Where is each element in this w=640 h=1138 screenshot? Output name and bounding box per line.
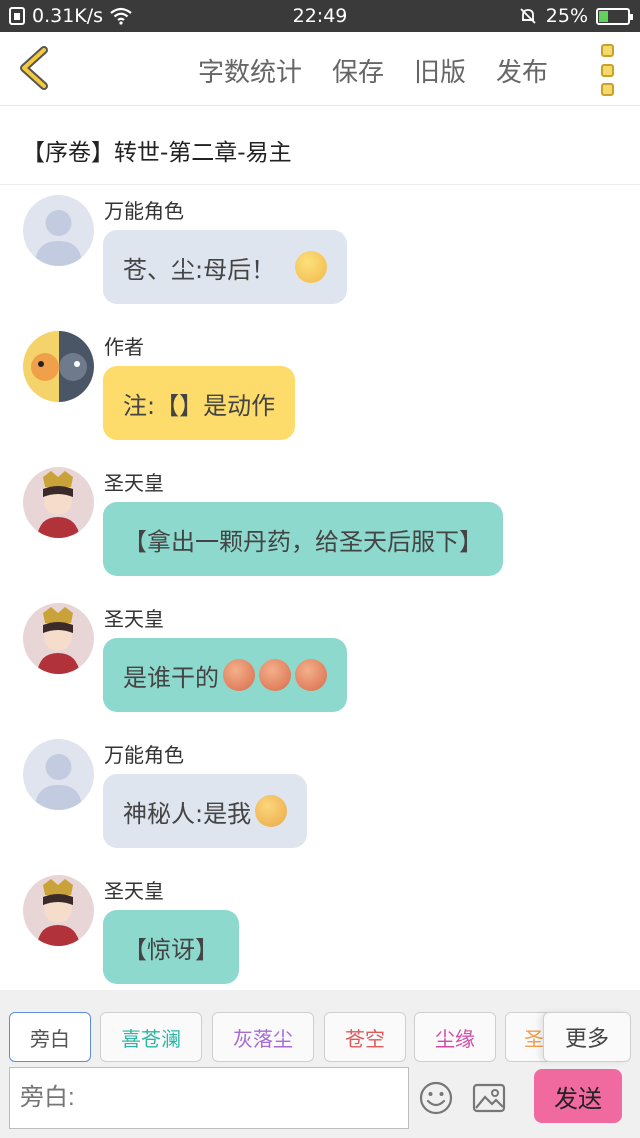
smirk-face-icon xyxy=(255,795,288,827)
input-row: 发送 xyxy=(0,1066,640,1138)
menu-dot xyxy=(600,44,614,57)
tab-character[interactable]: 尘缘 xyxy=(414,1012,496,1062)
message-text: 【拿出一颗丹药，给圣天后服下】 xyxy=(123,527,483,556)
message-text: 【惊讶】 xyxy=(123,935,219,964)
battery-icon xyxy=(596,7,633,25)
status-right: 25% xyxy=(518,5,633,27)
back-arrow-icon[interactable] xyxy=(14,44,58,92)
message-bubble[interactable]: 注:【】是动作 xyxy=(103,366,296,440)
default-avatar[interactable] xyxy=(23,739,94,810)
more-menu-icon[interactable] xyxy=(596,44,618,96)
status-bar: 0.31K/s 22:49 25% xyxy=(0,0,640,32)
speaker-name: 作者 xyxy=(104,335,144,359)
emoji-icon[interactable] xyxy=(418,1080,454,1116)
menu-dot xyxy=(600,83,614,96)
tab-character[interactable]: 苍空 xyxy=(324,1012,406,1062)
publish-button[interactable]: 发布 xyxy=(496,52,548,89)
message-text: 是谁干的 xyxy=(123,663,219,692)
message-text: 苍、尘:母后！ xyxy=(123,255,276,284)
speaker-name: 圣天皇 xyxy=(104,879,164,903)
message-text: 注:【】是动作 xyxy=(123,391,276,420)
angry-face-icon xyxy=(295,659,327,691)
author-avatar[interactable] xyxy=(23,331,94,402)
angry-face-icon xyxy=(259,659,291,691)
emperor-avatar[interactable] xyxy=(23,467,94,538)
message-bubble[interactable]: 苍、尘:母后！ xyxy=(103,230,348,304)
emperor-avatar[interactable] xyxy=(23,603,94,674)
emperor-avatar[interactable] xyxy=(23,875,94,946)
crying-face-icon xyxy=(295,251,328,283)
default-avatar[interactable] xyxy=(23,195,94,266)
save-button[interactable]: 保存 xyxy=(332,52,384,89)
toolbar-actions: 字数统计 保存 旧版 发布 xyxy=(198,52,548,89)
mute-bell-icon xyxy=(520,8,536,24)
message-bubble[interactable]: 是谁干的 xyxy=(103,638,347,712)
tab-character[interactable]: 喜苍澜 xyxy=(100,1012,202,1062)
old-version-button[interactable]: 旧版 xyxy=(414,52,466,89)
speaker-name: 圣天皇 xyxy=(104,471,164,495)
character-tab-bar: 旁白 喜苍澜 灰落尘 苍空 尘缘 圣 更多 xyxy=(0,990,640,1066)
angry-face-icon xyxy=(223,659,255,691)
tab-character[interactable]: 灰落尘 xyxy=(212,1012,314,1062)
message-bubble[interactable]: 神秘人:是我 xyxy=(103,774,308,848)
message-input[interactable] xyxy=(9,1067,409,1129)
chapter-title: 【序卷】转世-第二章-易主 xyxy=(0,106,640,185)
message-bubble[interactable]: 【惊讶】 xyxy=(103,910,239,984)
word-count-button[interactable]: 字数统计 xyxy=(198,52,302,89)
tab-narrator[interactable]: 旁白 xyxy=(9,1012,91,1062)
image-icon[interactable] xyxy=(471,1080,507,1116)
message-bubble[interactable]: 【拿出一颗丹药，给圣天后服下】 xyxy=(103,502,503,576)
speaker-name: 万能角色 xyxy=(104,743,184,767)
speaker-name: 圣天皇 xyxy=(104,607,164,631)
speaker-name: 万能角色 xyxy=(104,199,184,223)
message-text: 神秘人:是我 xyxy=(123,799,252,828)
top-toolbar: 字数统计 保存 旧版 发布 xyxy=(0,32,640,106)
more-button[interactable]: 更多 xyxy=(543,1012,631,1062)
menu-dot xyxy=(600,63,614,77)
send-button[interactable]: 发送 xyxy=(534,1069,622,1123)
battery-percent: 25% xyxy=(545,5,588,27)
